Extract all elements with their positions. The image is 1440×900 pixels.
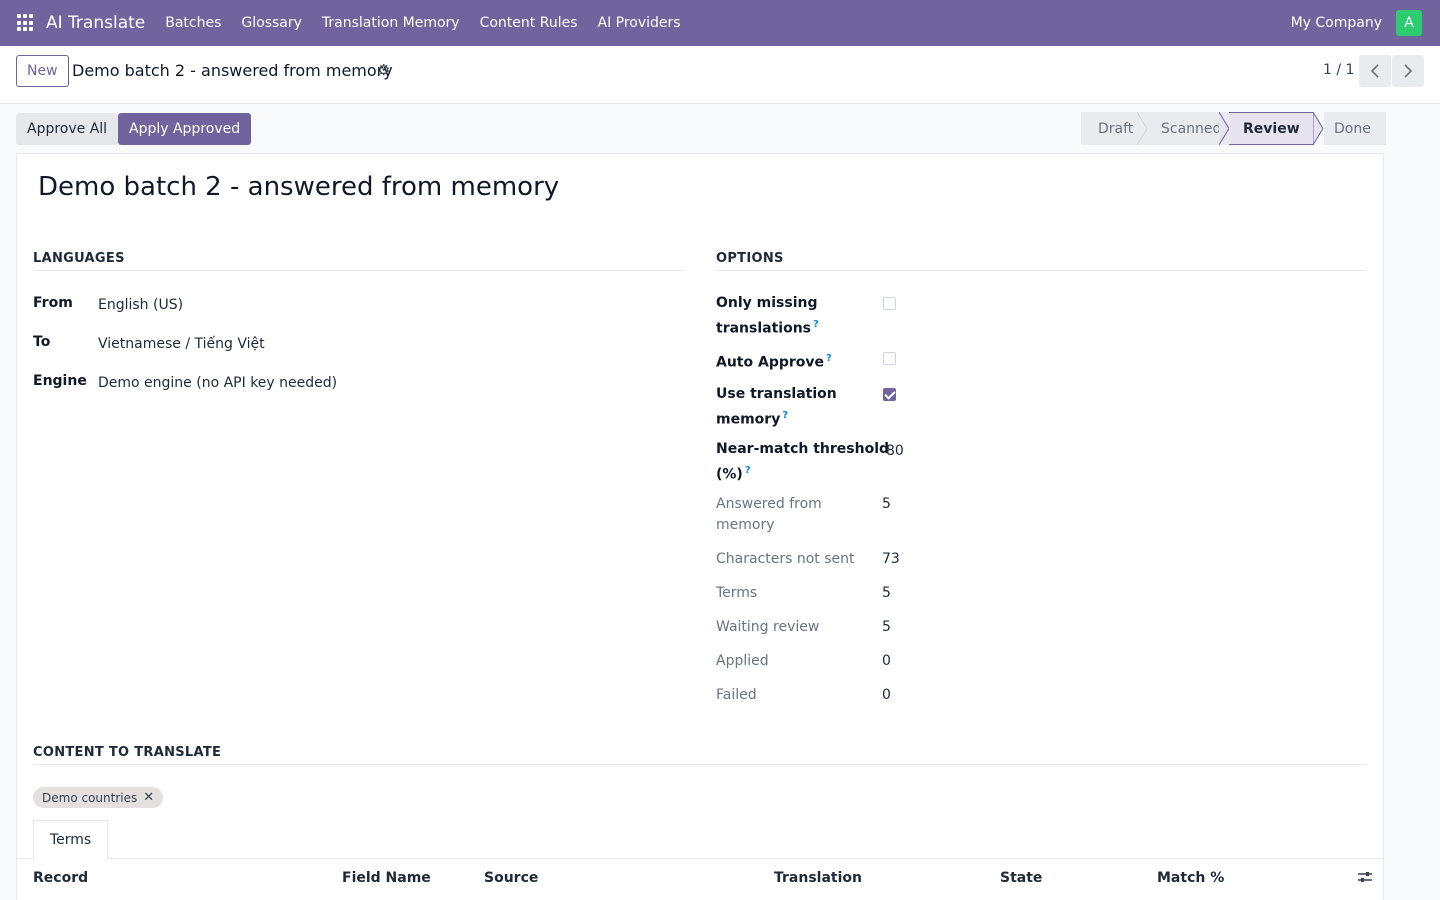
help-icon[interactable]: ? — [745, 465, 751, 476]
label-line: Answered from — [716, 496, 822, 512]
form-sheet: Demo batch 2 - answered from memory LANG… — [16, 153, 1384, 900]
column-header-match[interactable]: Match % — [1157, 870, 1224, 886]
record-name-field[interactable]: Demo batch 2 - answered from memory — [38, 172, 559, 202]
menu-batches[interactable]: Batches — [155, 0, 231, 46]
only-missing-checkbox[interactable] — [883, 297, 896, 310]
label-line: Use translation — [716, 386, 837, 402]
languages-heading: LANGUAGES — [33, 251, 684, 271]
only-missing-label: Only missing translations? — [716, 293, 819, 340]
tab-terms[interactable]: Terms — [33, 820, 109, 859]
breadcrumb-record-title: Demo batch 2 - answered from memory — [72, 61, 393, 80]
chevron-right-icon[interactable] — [1392, 55, 1424, 87]
close-icon[interactable]: ✕ — [143, 790, 154, 805]
menu-translation-memory[interactable]: Translation Memory — [312, 0, 470, 46]
waiting-review-value: 5 — [882, 619, 891, 635]
apps-grid-icon[interactable] — [17, 14, 35, 32]
options-heading: OPTIONS — [716, 251, 1367, 271]
column-header-record[interactable]: Record — [33, 870, 88, 886]
to-field[interactable]: Vietnamese / Tiếng Việt — [98, 334, 265, 355]
near-match-label: Near-match threshold (%)? — [716, 439, 889, 486]
to-label: To — [33, 334, 51, 350]
sliders-icon[interactable] — [1357, 870, 1373, 888]
waiting-review-label: Waiting review — [716, 619, 820, 635]
use-tm-checkbox[interactable] — [883, 388, 896, 401]
gear-icon[interactable]: ⚙ — [377, 61, 390, 79]
terms-label: Terms — [716, 585, 758, 601]
stage-label: Review — [1243, 120, 1300, 137]
label-line: (%) — [716, 466, 743, 483]
tag-label: Demo countries — [42, 790, 138, 805]
from-label: From — [33, 295, 73, 311]
answered-label: Answered from memory — [716, 494, 822, 536]
terms-value: 5 — [882, 585, 891, 601]
auto-approve-checkbox[interactable] — [883, 352, 896, 365]
control-panel: New Demo batch 2 - answered from memory … — [0, 46, 1440, 104]
applied-label: Applied — [716, 653, 769, 669]
menu-ai-providers[interactable]: AI Providers — [588, 0, 691, 46]
navbar-right: My Company A — [1291, 10, 1440, 36]
approve-all-button[interactable]: Approve All — [16, 113, 119, 145]
tabs-divider — [17, 858, 1383, 859]
column-header-field-name[interactable]: Field Name — [342, 870, 431, 886]
column-header-source[interactable]: Source — [484, 870, 538, 886]
content-heading: CONTENT TO TRANSLATE — [33, 745, 1367, 765]
chars-not-sent-label: Characters not sent — [716, 551, 855, 567]
status-bar: Draft Scanned Review Done — [1081, 112, 1386, 145]
stage-done[interactable]: Done — [1324, 112, 1386, 145]
apply-approved-button[interactable]: Apply Approved — [118, 113, 252, 145]
menu-glossary[interactable]: Glossary — [231, 0, 312, 46]
user-avatar[interactable]: A — [1396, 10, 1422, 36]
stage-review[interactable]: Review — [1229, 112, 1313, 145]
help-icon[interactable]: ? — [782, 410, 788, 421]
auto-approve-label: Auto Approve? — [716, 348, 832, 374]
failed-label: Failed — [716, 687, 757, 703]
label-line: memory — [716, 517, 775, 533]
from-field[interactable]: English (US) — [98, 295, 183, 316]
stage-label: Scanned — [1161, 120, 1222, 137]
near-match-field[interactable]: 80 — [886, 441, 904, 462]
menu-content-rules[interactable]: Content Rules — [470, 0, 588, 46]
label-line: Auto Approve — [716, 354, 825, 371]
new-button[interactable]: New — [16, 55, 69, 87]
content-tag: Demo countries ✕ — [33, 787, 164, 808]
stage-label: Draft — [1098, 120, 1134, 137]
use-tm-label: Use translation memory? — [716, 384, 837, 431]
stage-label: Done — [1334, 120, 1371, 137]
engine-field[interactable]: Demo engine (no API key needed) — [98, 373, 337, 394]
label-line: translations — [716, 320, 811, 337]
stage-scanned[interactable]: Scanned — [1147, 112, 1229, 145]
label-line: Near-match threshold — [716, 441, 890, 457]
company-switcher[interactable]: My Company — [1291, 15, 1382, 31]
engine-label: Engine — [33, 373, 87, 389]
chevron-left-icon[interactable] — [1359, 55, 1391, 87]
failed-value: 0 — [882, 687, 891, 703]
label-line: Only missing — [716, 295, 818, 311]
answered-value: 5 — [882, 496, 891, 512]
column-header-state[interactable]: State — [1000, 870, 1042, 886]
column-header-translation[interactable]: Translation — [774, 870, 862, 886]
app-name[interactable]: AI Translate — [46, 13, 145, 33]
help-icon[interactable]: ? — [813, 319, 819, 330]
top-navbar: AI Translate Batches Glossary Translatio… — [0, 0, 1440, 46]
pager-value[interactable]: 1 / 1 — [1323, 62, 1354, 78]
label-line: memory — [716, 411, 781, 428]
help-icon[interactable]: ? — [826, 353, 832, 364]
chars-not-sent-value: 73 — [882, 551, 900, 567]
applied-value: 0 — [882, 653, 891, 669]
